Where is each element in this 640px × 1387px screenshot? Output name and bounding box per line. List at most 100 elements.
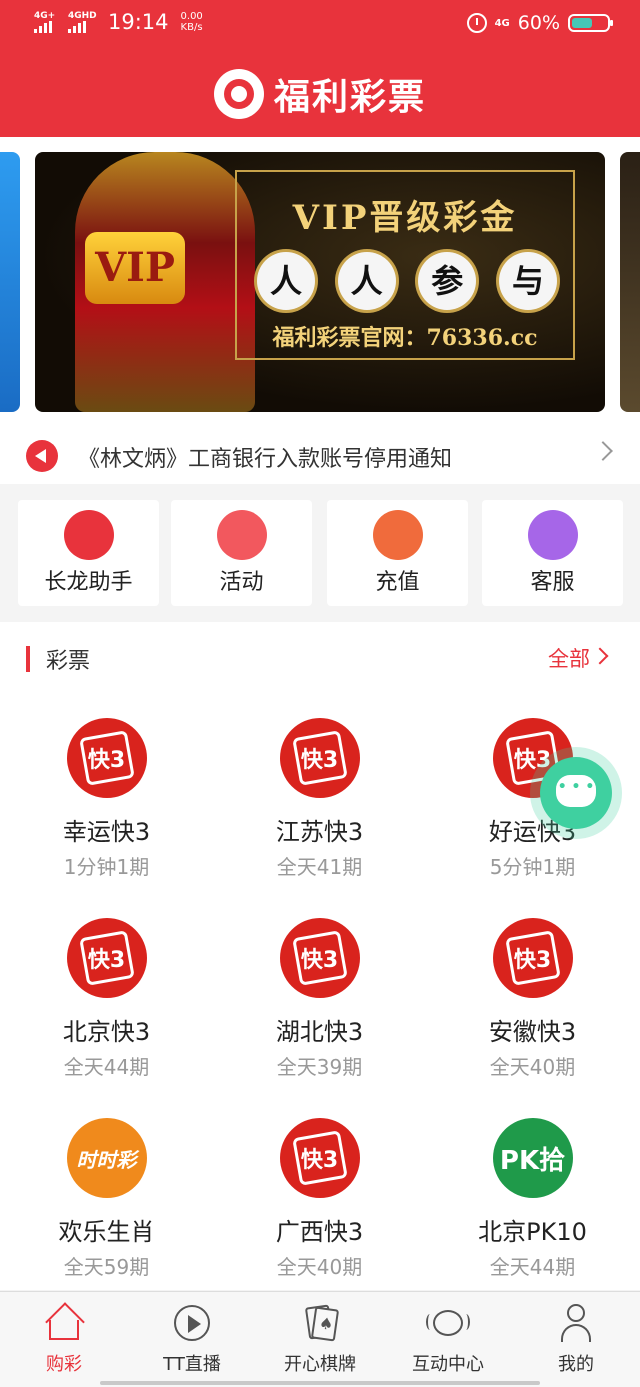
user-icon: [557, 1304, 595, 1342]
tab-buy-lottery[interactable]: 购彩: [0, 1304, 128, 1376]
banner-next-slide[interactable]: [620, 152, 640, 412]
quick-action-customer-service[interactable]: 客服: [482, 500, 623, 606]
tab-label: 互动中心: [412, 1354, 484, 1375]
signal-icon: 4GHD: [68, 11, 97, 33]
k3-icon: 快3: [279, 1118, 360, 1198]
clock: 19:14: [108, 10, 169, 34]
game-name: 好运快3: [488, 818, 577, 846]
tab-mine[interactable]: 我的: [512, 1304, 640, 1376]
game-schedule: 1分钟1期: [63, 855, 150, 879]
game-schedule: 全天44期: [63, 1055, 150, 1079]
pk10-icon: PK拾: [492, 1118, 573, 1198]
k3-icon: 快3: [492, 918, 573, 998]
home-icon: [45, 1304, 83, 1342]
banner-circle: 与: [498, 252, 557, 310]
view-all-link[interactable]: 全部: [548, 643, 590, 673]
tab-label: 购彩: [46, 1354, 82, 1375]
game-name: 北京PK10: [478, 1218, 587, 1246]
signal1-label: 4G+: [34, 11, 56, 21]
section-title: 彩票: [46, 649, 91, 674]
banner-carousel[interactable]: VIP VIP晋级彩金 人 人 参 与 福利彩票官网：76336.cc: [0, 137, 640, 427]
game-name: 湖北快3: [275, 1018, 364, 1046]
quick-action-dragon-helper[interactable]: 长龙助手: [18, 500, 159, 606]
headset-icon: [527, 510, 578, 560]
game-name: 江苏快3: [275, 818, 364, 846]
lottery-game-item[interactable]: 快3 江苏快3 全天41期: [213, 718, 426, 880]
game-name: 欢乐生肖: [58, 1218, 155, 1246]
section-accent-bar: [26, 646, 30, 672]
speaker-icon: [26, 440, 58, 472]
floating-chat-button[interactable]: [540, 757, 612, 829]
quick-action-label: 长龙助手: [44, 570, 133, 595]
signal-icon: 4G+: [34, 11, 62, 33]
bottom-tab-bar: 购彩 TT直播 开心棋牌 互动中心 我的: [0, 1291, 640, 1387]
play-icon: [173, 1304, 211, 1342]
lottery-game-item[interactable]: 快3 幸运快3 1分钟1期: [0, 718, 213, 880]
game-schedule: 全天40期: [276, 1255, 363, 1279]
game-schedule: 全天40期: [489, 1055, 576, 1079]
shishicai-icon: 时时彩: [66, 1118, 147, 1198]
signal2-label: 4GHD: [68, 11, 97, 21]
lottery-game-item[interactable]: 快3 广西快3 全天40期: [213, 1118, 426, 1280]
k3-icon: 快3: [279, 718, 360, 798]
tab-label: 开心棋牌: [284, 1354, 356, 1375]
network-speed: 0.00 KB/s: [181, 11, 203, 33]
game-schedule: 全天44期: [489, 1255, 576, 1279]
quick-action-recharge[interactable]: 充值: [327, 500, 468, 606]
battery-percent: 60%: [517, 12, 560, 34]
banner-circles: 人 人 参 与: [257, 252, 557, 310]
vip-badge: VIP: [85, 232, 185, 304]
lottery-section: 彩票 全部 快3 幸运快3 1分钟1期 快3 江苏快3 全天41期 快3 好运快…: [0, 622, 640, 1290]
network-type: 4G: [494, 17, 510, 29]
chat-icon: [426, 1304, 470, 1342]
tab-interaction-center[interactable]: 互动中心: [384, 1304, 512, 1376]
notice-bar[interactable]: 《林文炳》工商银行入款账号停用通知: [0, 427, 640, 484]
tab-tt-live[interactable]: TT直播: [128, 1304, 256, 1376]
lottery-game-item[interactable]: 快3 湖北快3 全天39期: [213, 918, 426, 1080]
alarm-icon: [466, 13, 487, 33]
quick-action-activity[interactable]: 活动: [171, 500, 312, 606]
tab-card-games[interactable]: 开心棋牌: [256, 1304, 384, 1376]
home-indicator: [100, 1381, 540, 1385]
banner-circle: 参: [418, 252, 477, 310]
gift-icon: [216, 510, 267, 560]
battery-icon: [568, 14, 613, 32]
game-schedule: 全天39期: [276, 1055, 363, 1079]
chat-bubble-icon: [556, 775, 596, 807]
quick-actions: 长龙助手 活动 充值 客服: [0, 484, 640, 622]
game-schedule: 全天41期: [276, 855, 363, 879]
game-schedule: 全天59期: [63, 1255, 150, 1279]
quick-action-label: 活动: [219, 570, 264, 595]
banner-circle: 人: [337, 252, 396, 310]
notice-text[interactable]: 《林文炳》工商银行入款账号停用通知: [78, 441, 452, 473]
chevron-right-icon[interactable]: [591, 647, 609, 665]
app-title: 福利彩票: [273, 76, 426, 118]
game-name: 广西快3: [275, 1218, 364, 1246]
k3-icon: 快3: [66, 918, 147, 998]
status-bar: 4G+ 4GHD 19:14 0.00 KB/s 4G 60%: [0, 0, 640, 50]
tab-label: 我的: [558, 1354, 594, 1375]
game-name: 北京快3: [62, 1018, 151, 1046]
lottery-game-item[interactable]: 快3 北京快3 全天44期: [0, 918, 213, 1080]
speed-value: 0.00: [180, 11, 203, 22]
speed-unit: KB/s: [180, 22, 203, 33]
game-name: 安徽快3: [488, 1018, 577, 1046]
banner-prev-slide[interactable]: [0, 152, 20, 412]
lottery-game-item[interactable]: PK拾 北京PK10 全天44期: [426, 1118, 639, 1280]
wallet-icon: [372, 510, 423, 560]
app-header: 福利彩票: [0, 50, 640, 137]
k3-icon: 快3: [66, 718, 147, 798]
lottery-game-item[interactable]: 时时彩 欢乐生肖 全天59期: [0, 1118, 213, 1280]
banner-title: VIP晋级彩金: [292, 198, 518, 238]
lottery-logo-icon: [213, 68, 264, 119]
banner-subtitle: 福利彩票官网：76336.cc: [272, 325, 538, 351]
banner-slide[interactable]: VIP VIP晋级彩金 人 人 参 与 福利彩票官网：76336.cc: [35, 152, 605, 412]
game-name: 幸运快3: [62, 818, 151, 846]
chevron-right-icon[interactable]: [593, 441, 613, 461]
k3-icon: 快3: [279, 918, 360, 998]
tab-label: TT直播: [163, 1354, 221, 1375]
game-schedule: 5分钟1期: [489, 855, 576, 879]
lottery-game-item[interactable]: 快3 安徽快3 全天40期: [426, 918, 639, 1080]
quick-action-label: 客服: [530, 570, 575, 595]
banner-circle: 人: [257, 252, 315, 310]
